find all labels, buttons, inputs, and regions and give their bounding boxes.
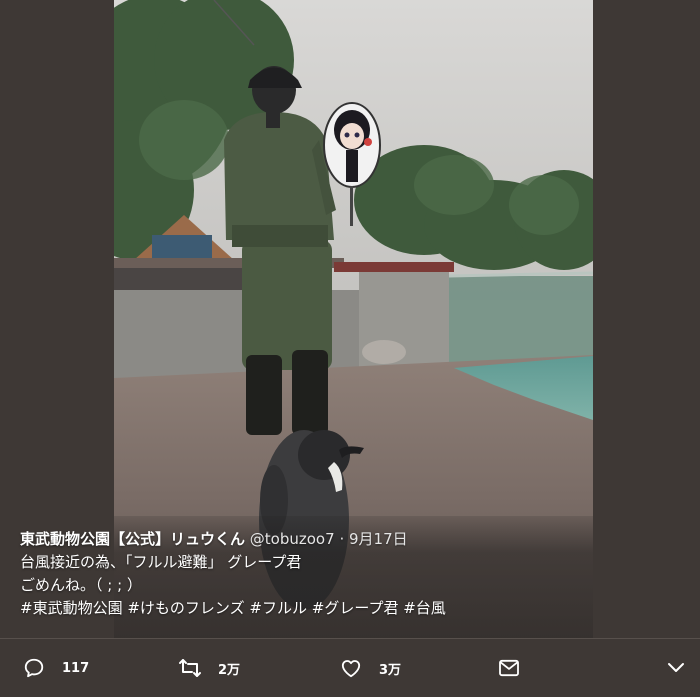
reply-count: 117 [62,660,90,676]
retweet-count: 2万 [218,662,241,678]
direct-message-button[interactable] [497,639,521,697]
hashtag-list: #東武動物公園 #けものフレンズ #フルル #グレープ君 #台風 [20,597,680,620]
hashtag[interactable]: #フルル [249,599,307,617]
author-name[interactable]: 東武動物公園【公式】リュウくん [20,530,245,548]
reply-icon [22,656,46,680]
hashtag[interactable]: #グレープ君 [312,599,399,617]
chevron-down-icon [664,656,688,680]
tweet-header: 東武動物公園【公式】リュウくん @tobuzoo7 · 9月17日 [20,528,680,551]
more-options-button[interactable] [664,639,688,697]
like-button[interactable]: 3万 [339,639,401,697]
author-handle[interactable]: @tobuzoo7 [250,530,335,548]
mail-icon [497,656,521,680]
heart-icon [339,656,363,680]
hashtag[interactable]: #けものフレンズ [127,599,244,617]
like-count: 3万 [379,662,402,678]
tweet-text-line-2: ごめんね。（ ; ; ） [20,576,142,594]
hashtag[interactable]: #東武動物公園 [20,599,123,617]
hashtag[interactable]: #台風 [403,599,446,617]
tweet-caption: 東武動物公園【公式】リュウくん @tobuzoo7 · 9月17日 台風接近の為… [20,528,680,620]
tweet-action-bar: 117 2万 3万 [0,638,700,697]
tweet-date[interactable]: 9月17日 [349,530,408,548]
retweet-button[interactable]: 2万 [178,639,240,697]
retweet-icon [178,656,202,680]
meta-separator: · [339,530,345,548]
tweet-text-line-1: 台風接近の為、「フルル避難」 グレープ君 [20,553,302,571]
reply-button[interactable]: 117 [22,639,89,697]
